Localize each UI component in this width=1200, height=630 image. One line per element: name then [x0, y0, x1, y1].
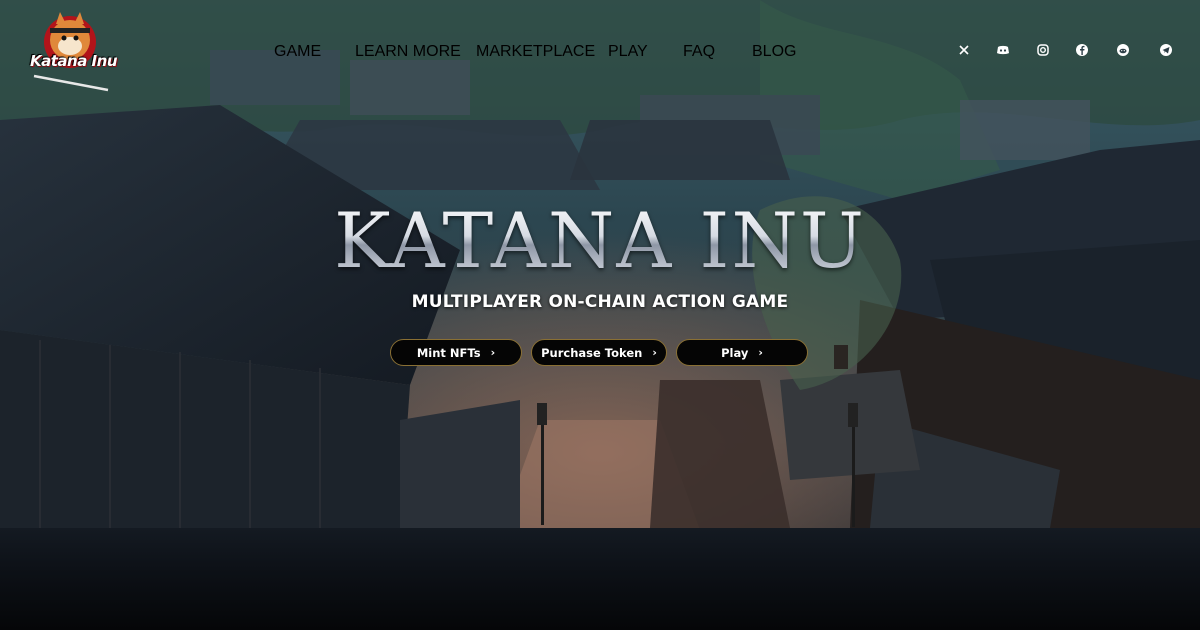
nav-item-game[interactable]: GAME [274, 43, 321, 61]
facebook-icon[interactable] [1074, 42, 1090, 58]
telegram-icon[interactable] [1158, 42, 1174, 58]
play-button[interactable]: Play › [676, 339, 808, 366]
x-icon[interactable] [956, 42, 972, 58]
foreground-wall [0, 528, 1200, 630]
page: Katana Inu GAME LEARN MORE MARKETPLACE P… [0, 0, 1200, 630]
nav-item-play[interactable]: PLAY [608, 43, 648, 61]
logo[interactable]: Katana Inu [24, 8, 118, 96]
hero-subtitle: MULTIPLAYER ON-CHAIN ACTION GAME [411, 292, 789, 312]
nav-item-blog[interactable]: BLOG [752, 43, 796, 61]
purchase-token-button[interactable]: Purchase Token › [531, 339, 667, 366]
reddit-icon[interactable] [1115, 42, 1131, 58]
chevron-right-icon: › [758, 346, 763, 359]
instagram-icon[interactable] [1035, 42, 1051, 58]
purchase-token-label: Purchase Token [541, 345, 643, 360]
logo-wordmark: Katana Inu [30, 52, 118, 70]
nav-item-marketplace[interactable]: MARKETPLACE [476, 43, 595, 61]
hero-title: KATANA INU [0, 196, 1200, 285]
mint-nfts-label: Mint NFTs [416, 345, 481, 360]
play-label: Play [721, 345, 749, 360]
mint-nfts-button[interactable]: Mint NFTs › [390, 339, 522, 366]
nav-item-learn-more[interactable]: LEARN MORE [355, 43, 461, 61]
chevron-right-icon: › [490, 346, 496, 359]
chevron-right-icon: › [652, 346, 657, 359]
nav-item-faq[interactable]: FAQ [683, 43, 715, 61]
discord-icon[interactable] [995, 42, 1011, 58]
